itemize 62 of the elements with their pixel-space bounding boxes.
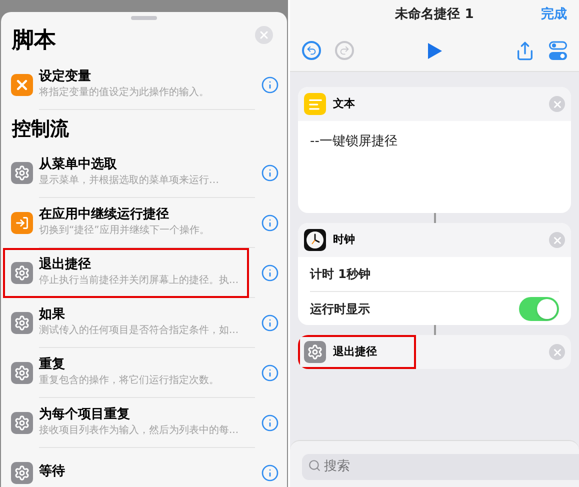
action-list-item[interactable]: 在应用中继续运行捷径 切换到“捷径”应用并继续下一个操作。: [1, 198, 287, 248]
action-list-item[interactable]: 设定变量 将指定变量的值设定为此操作的输入。: [1, 60, 287, 110]
action-title: 等待: [39, 464, 66, 481]
text-content[interactable]: --一键锁屏捷径: [310, 134, 398, 149]
action-title: 设定变量: [39, 69, 92, 86]
gear-icon: [11, 312, 33, 334]
search-icon: [308, 459, 321, 472]
toggles-icon[interactable]: [549, 40, 567, 60]
action-list-item[interactable]: 退出捷径 停止执行当前捷径并关闭屏幕上的捷径。执...: [1, 248, 287, 298]
info-icon[interactable]: [261, 464, 279, 482]
action-title: 在应用中继续运行捷径: [39, 207, 170, 224]
undo-icon[interactable]: [302, 41, 321, 60]
window-title: 未命名捷径 1: [395, 6, 474, 24]
gear-icon: [11, 162, 33, 184]
action-description: 接收项目列表作为输入，然后为列表中的每...: [39, 425, 239, 438]
action-list-item[interactable]: 重复 重复包含的操作，将它们运行指定次数。: [1, 348, 287, 398]
gear-icon: [11, 362, 33, 384]
action-description: 切换到“捷径”应用并继续下一个操作。: [39, 225, 210, 238]
section-heading: 脚本: [12, 28, 56, 53]
parameter-label: 运行时显示: [310, 300, 371, 318]
gear-icon: [11, 412, 33, 434]
gear-icon: [11, 262, 33, 284]
action-title: 退出捷径: [333, 344, 378, 360]
section-heading: 控制流: [12, 118, 69, 140]
play-icon[interactable]: [428, 42, 442, 58]
action-title: 为每个项目重复: [39, 407, 131, 424]
action-list-item[interactable]: 从菜单中选取 显示菜单，并根据选取的菜单项来运行…: [1, 148, 287, 198]
action-title: 从菜单中选取: [39, 157, 118, 174]
action-title: 文本: [333, 96, 356, 112]
action-title: 退出捷径: [39, 257, 92, 274]
action-list-item[interactable]: 等待: [1, 448, 287, 487]
action-card[interactable]: 时钟 计时 1秒钟 运行时显示: [298, 223, 571, 325]
action-card[interactable]: 退出捷径: [298, 335, 571, 369]
action-title: 时钟: [333, 232, 356, 248]
info-icon[interactable]: [261, 76, 279, 94]
action-description: 显示菜单，并根据选取的菜单项来运行…: [39, 175, 219, 188]
action-list-item[interactable]: 如果 测试传入的任何项目是否符合指定条件，如...: [1, 298, 287, 348]
action-description: 将指定变量的值设定为此操作的输入。: [39, 87, 209, 100]
parameter-label: 计时 1秒钟: [310, 266, 372, 283]
text-lines-icon: [304, 93, 326, 115]
action-title: 重复: [39, 357, 66, 374]
grabber-handle[interactable]: [131, 16, 157, 20]
info-icon[interactable]: [261, 164, 279, 182]
gear-icon: [11, 462, 33, 484]
toggle-switch[interactable]: [519, 296, 559, 320]
info-icon[interactable]: [261, 314, 279, 332]
action-list-item[interactable]: 为每个项目重复 接收项目列表作为输入，然后为列表中的每...: [1, 398, 287, 448]
enter-icon: [11, 212, 33, 234]
variable-icon: [11, 74, 33, 96]
action-description: 重复包含的操作，将它们运行指定次数。: [39, 375, 219, 388]
info-icon[interactable]: [261, 264, 279, 282]
info-icon[interactable]: [261, 414, 279, 432]
action-card[interactable]: 文本 --一键锁屏捷径: [298, 87, 571, 213]
search-field[interactable]: 搜索: [302, 454, 579, 480]
action-title: 如果: [39, 307, 66, 324]
action-description: 测试传入的任何项目是否符合指定条件，如...: [39, 325, 239, 338]
info-icon[interactable]: [261, 364, 279, 382]
gear-icon: [304, 341, 326, 363]
action-description: 停止执行当前捷径并关闭屏幕上的捷径。执...: [39, 275, 239, 288]
info-icon[interactable]: [261, 214, 279, 232]
clock-icon: [304, 229, 326, 251]
share-icon[interactable]: [515, 40, 535, 60]
